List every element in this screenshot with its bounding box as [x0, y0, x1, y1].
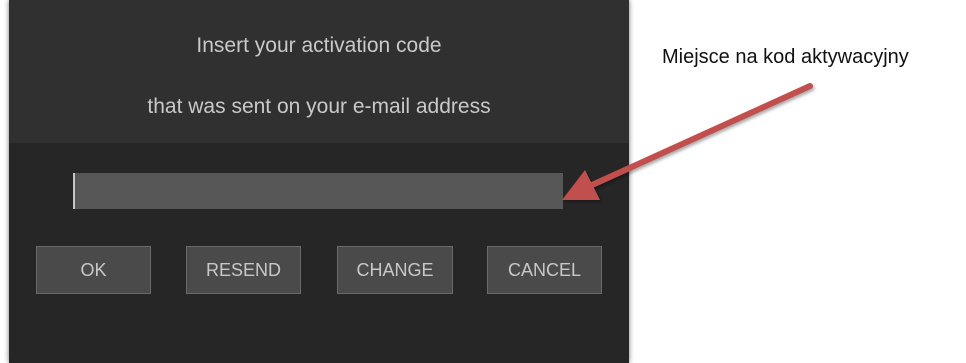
- activation-instruction-line-1: Insert your activation code: [196, 34, 442, 57]
- activation-dialog: Insert your activation code that was sen…: [9, 0, 629, 363]
- annotation-label: Miejsce na kod aktywacyjny: [662, 46, 909, 68]
- resend-button[interactable]: RESEND: [186, 246, 301, 294]
- screenshot-stage: Insert your activation code that was sen…: [0, 0, 966, 363]
- cancel-button[interactable]: CANCEL: [487, 246, 602, 294]
- change-button[interactable]: CHANGE: [337, 246, 453, 294]
- activation-code-input[interactable]: [73, 173, 563, 209]
- ok-button[interactable]: OK: [36, 246, 151, 294]
- dialog-header: Insert your activation code that was sen…: [9, 0, 629, 143]
- activation-instruction-line-2: that was sent on your e-mail address: [147, 95, 491, 118]
